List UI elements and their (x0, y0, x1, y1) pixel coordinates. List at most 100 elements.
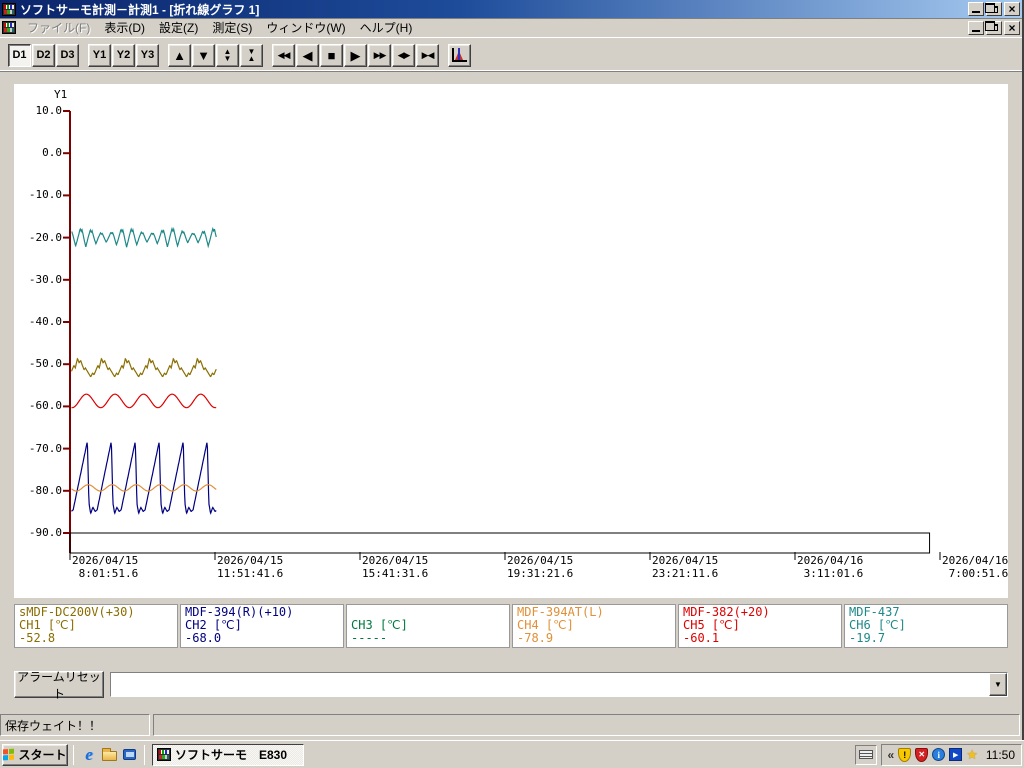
folder-icon[interactable] (99, 745, 119, 765)
channel-value: -60.1 (683, 631, 720, 645)
taskbar-app-button[interactable]: ソフトサーモ E830 (152, 743, 304, 766)
close-icon: × (1008, 20, 1016, 35)
taskbar-divider (73, 744, 74, 765)
compress-horizontal-button[interactable]: ▶◀ (416, 43, 439, 67)
toolbar-y1-button[interactable]: Y1 (88, 43, 111, 67)
scroll-right-icon: ▶ (350, 47, 361, 63)
channel-value: -78.9 (517, 631, 554, 645)
expand-vertical-button[interactable]: ▲ ▼ (216, 43, 239, 67)
menu-view[interactable]: 表示(D) (97, 17, 152, 38)
y-axis-tick-label: -40.0 (28, 315, 62, 328)
legend-channel-1: sMDF-DC200V(+30) CH1 [℃] -52.8 (14, 604, 178, 648)
y-axis-tick-label: -50.0 (28, 357, 62, 371)
time-range-box (69, 532, 931, 554)
start-button[interactable]: スタート (2, 743, 68, 766)
x-axis-tick-label: 2026/04/15 15:41:31.6 (362, 554, 429, 580)
combo-dropdown-button[interactable]: ▼ (989, 673, 1007, 696)
menu-measure[interactable]: 測定(S) (205, 17, 259, 38)
scroll-up-button[interactable]: ▲ (168, 43, 191, 67)
security-alert-icon[interactable]: ✕ (915, 747, 929, 762)
toolbar-y2-button[interactable]: Y2 (112, 43, 135, 67)
child-window-icon[interactable] (2, 21, 16, 34)
fast-forward-button[interactable]: ▶▶ (368, 43, 391, 67)
input-method-button[interactable] (854, 744, 877, 765)
title-bar[interactable]: ソフトサーモ計測－計測1 - [折れ線グラフ 1] × (0, 0, 1022, 18)
stop-button[interactable]: ■ (320, 43, 343, 67)
y-axis-tick-label: -10.0 (28, 188, 62, 202)
child-restore-button[interactable] (986, 20, 1002, 35)
menu-file[interactable]: ファイル(F) (20, 17, 97, 38)
toolbar: D1 D2 D3 Y1 Y2 Y3 ▲ ▼ ▲ ▼ ▼ ▲ ◀◀ ◀ ■ ▶ ▶… (0, 39, 1022, 72)
graph-icon (452, 48, 467, 62)
alarm-combobox[interactable]: ▼ (110, 672, 1008, 697)
y-axis-title: Y1 (54, 88, 68, 101)
chevron-down-icon: ▼ (994, 680, 1002, 689)
line-graph-panel[interactable]: Y1 10.0 0.0 -10.0 -20.0 -30.0 -40.0 -50.0 -60.0… (14, 84, 1008, 598)
channel-value: -68.0 (185, 631, 222, 645)
taskbar-clock: 11:50 (985, 747, 1015, 762)
scroll-up-icon: ▲ (173, 47, 186, 63)
expand-horizontal-icon: ◀▶ (397, 49, 411, 60)
keyboard-icon (858, 750, 873, 759)
app-icon (157, 748, 171, 761)
compress-vertical-button[interactable]: ▼ ▲ (240, 43, 263, 67)
y-axis-tick-label: -80.0 (28, 483, 62, 497)
scroll-down-button[interactable]: ▼ (192, 43, 215, 67)
toolbar-d2-button[interactable]: D2 (32, 43, 55, 67)
restore-icon (990, 24, 998, 31)
menu-window[interactable]: ウィンドウ(W) (259, 17, 352, 38)
legend-channel-5: MDF-382(+20) CH5 [℃] -60.1 (678, 604, 842, 648)
fast-rewind-button[interactable]: ◀◀ (272, 43, 295, 67)
toolbar-y3-button[interactable]: Y3 (136, 43, 159, 67)
series-CH4 (71, 484, 217, 492)
app-icon (2, 2, 16, 16)
taskbar-divider (144, 744, 145, 765)
alarm-reset-button[interactable]: アラームリセット (14, 670, 104, 701)
restore-icon (990, 5, 998, 13)
scroll-left-button[interactable]: ◀ (296, 43, 319, 67)
alarm-combo-input[interactable] (111, 673, 989, 696)
scroll-right-button[interactable]: ▶ (344, 43, 367, 67)
internet-explorer-icon[interactable]: e (79, 745, 99, 765)
x-axis-tick-label: 2026/04/15 19:31:21.6 (507, 554, 574, 580)
update-star-icon[interactable]: ★ (966, 748, 978, 761)
fast-rewind-icon: ◀◀ (277, 49, 291, 60)
status-secondary (153, 714, 1020, 736)
y-axis-tick-label: 0.0 (42, 146, 62, 160)
collapse-chevron-icon[interactable]: « (888, 748, 895, 762)
scroll-down-icon: ▼ (197, 47, 210, 63)
y-axis-tick-label: -60.0 (28, 399, 62, 413)
toolbar-d1-button[interactable]: D1 (8, 43, 31, 67)
y-axis-tick-label: -20.0 (28, 230, 62, 244)
x-axis-tick-label: 2026/04/15 8:01:51.6 (72, 554, 139, 580)
security-warning-icon[interactable]: ! (898, 747, 912, 762)
line-graph (63, 110, 941, 560)
scroll-left-icon: ◀ (302, 47, 313, 63)
channel-value: -52.8 (19, 631, 56, 645)
channel-legend: sMDF-DC200V(+30) CH1 [℃] -52.8 MDF-394(R… (14, 604, 1008, 648)
menu-settings[interactable]: 設定(Z) (152, 17, 205, 38)
toolbar-d3-button[interactable]: D3 (56, 43, 79, 67)
child-minimize-button[interactable] (968, 20, 984, 35)
child-close-button[interactable]: × (1004, 20, 1020, 35)
menu-help[interactable]: ヘルプ(H) (353, 17, 420, 38)
y-axis-tick-label: -90.0 (28, 526, 62, 539)
windows-logo-icon (3, 748, 15, 761)
minimize-button[interactable] (968, 2, 984, 16)
compress-horizontal-icon: ▶◀ (421, 49, 435, 60)
info-balloon-icon[interactable]: i (932, 748, 946, 761)
x-axis-tick-label: 2026/04/16 7:00:51.6 (942, 554, 1009, 580)
close-button[interactable]: × (1004, 2, 1020, 16)
graph-settings-button[interactable] (448, 43, 471, 67)
window-title: ソフトサーモ計測－計測1 - [折れ線グラフ 1] (20, 2, 260, 17)
x-axis-tick-label: 2026/04/15 11:51:41.6 (217, 554, 284, 580)
x-axis-tick-label: 2026/04/15 23:21:11.6 (652, 554, 719, 580)
close-icon: × (1008, 2, 1016, 16)
show-desktop-icon[interactable] (119, 745, 139, 765)
menu-bar: ファイル(F) 表示(D) 設定(Z) 測定(S) ウィンドウ(W) ヘルプ(H… (0, 18, 1022, 38)
stop-icon: ■ (327, 47, 336, 63)
fast-forward-icon: ▶▶ (373, 49, 387, 60)
restore-button[interactable] (986, 2, 1002, 16)
expand-horizontal-button[interactable]: ◀▶ (392, 43, 415, 67)
media-tray-icon[interactable]: ▶ (949, 748, 963, 761)
